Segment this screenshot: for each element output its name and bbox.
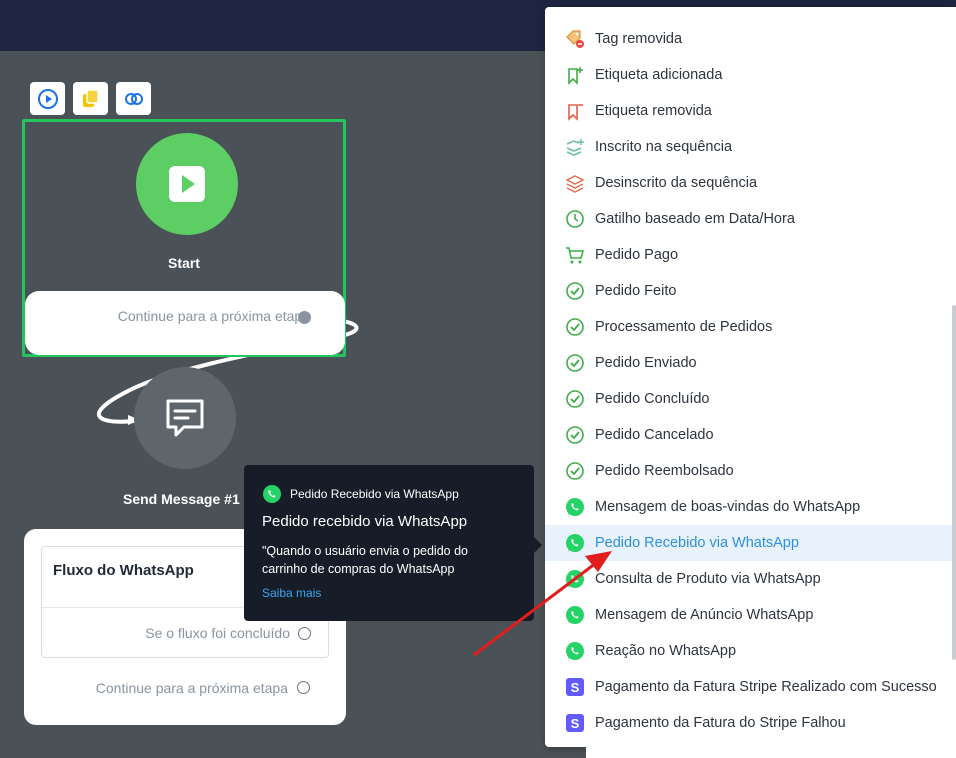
cart-icon xyxy=(565,245,585,265)
menu-item[interactable]: Pedido Reembolsado xyxy=(545,453,956,489)
menu-item[interactable]: Etiqueta adicionada xyxy=(545,57,956,93)
menu-item[interactable]: S Pagamento da Fatura do Stripe Falhou xyxy=(545,705,956,741)
menu-item-label: Mensagem de boas-vindas do WhatsApp xyxy=(595,499,861,515)
whatsapp-icon xyxy=(565,641,585,661)
svg-text:S: S xyxy=(571,716,580,731)
duplicate-button[interactable] xyxy=(73,82,108,115)
tooltip-header-label: Pedido Recebido via WhatsApp xyxy=(290,487,459,501)
menu-item-label: Etiqueta adicionada xyxy=(595,67,723,83)
menu-item[interactable]: Inscrito na sequência xyxy=(545,129,956,165)
menu-item[interactable]: Gatilho baseado em Data/Hora xyxy=(545,201,956,237)
message-icon xyxy=(166,399,204,437)
check-circle-icon xyxy=(565,281,585,301)
link-icon xyxy=(124,92,143,105)
menu-item-label: Tag removida xyxy=(595,31,683,47)
tooltip-description: "Quando o usuário envia o pedido do carr… xyxy=(262,544,468,576)
send-message-node[interactable] xyxy=(134,367,236,469)
layers-remove-icon xyxy=(565,173,585,193)
check-circle-icon xyxy=(565,461,585,481)
link-button[interactable] xyxy=(116,82,151,115)
check-circle-icon xyxy=(565,317,585,337)
menu-item[interactable]: Reação no WhatsApp xyxy=(545,633,956,669)
menu-item-label: Pedido Concluído xyxy=(595,391,710,407)
menu-item-label: Pedido Pago xyxy=(595,247,679,263)
whatsapp-icon xyxy=(263,485,281,503)
menu-scrollbar[interactable] xyxy=(952,305,956,660)
menu-item[interactable]: Pedido Cancelado xyxy=(545,417,956,453)
menu-bottom-edge xyxy=(586,746,956,758)
menu-item[interactable]: Pedido Enviado xyxy=(545,345,956,381)
whatsapp-icon xyxy=(565,497,585,517)
node-toolbar xyxy=(30,82,151,115)
menu-item[interactable]: Mensagem de boas-vindas do WhatsApp xyxy=(545,489,956,525)
menu-item-label: Consulta de Produto via WhatsApp xyxy=(595,571,821,587)
menu-item-label: Pedido Feito xyxy=(595,283,677,299)
start-node[interactable]: Start Continue para a próxima etapa xyxy=(22,119,346,357)
menu-item[interactable]: Etiqueta removida xyxy=(545,93,956,129)
tag-remove-icon xyxy=(565,29,585,49)
start-node-title: Start xyxy=(168,255,200,271)
menu-item-label: Etiqueta removida xyxy=(595,103,712,119)
menu-item-label: Processamento de Pedidos xyxy=(595,319,773,335)
check-circle-icon xyxy=(565,353,585,373)
play-circle-icon xyxy=(37,88,58,109)
menu-item[interactable]: Pedido Feito xyxy=(545,273,956,309)
menu-item[interactable]: Pedido Pago xyxy=(545,237,956,273)
menu-item-label: Mensagem de Anúncio WhatsApp xyxy=(595,607,814,623)
menu-item-label: Pagamento da Fatura do Stripe Falhou xyxy=(595,715,846,731)
play-button[interactable] xyxy=(30,82,65,115)
whatsapp-icon xyxy=(565,605,585,625)
menu-item-label: Pedido Cancelado xyxy=(595,427,714,443)
trigger-dropdown-menu[interactable]: Tag removida Etiqueta adicionada Etiqueta … xyxy=(545,7,956,747)
menu-item-label: Desinscrito da sequência xyxy=(595,175,758,191)
tooltip-header: Pedido Recebido via WhatsApp xyxy=(262,484,459,504)
play-icon xyxy=(169,166,205,202)
copy-icon xyxy=(82,88,99,107)
learn-more-link[interactable]: Saiba mais xyxy=(262,586,321,600)
menu-item-label: Pagamento da Fatura Stripe Realizado com… xyxy=(595,679,937,695)
bookmark-remove-icon xyxy=(565,101,585,121)
menu-item-label: Gatilho baseado em Data/Hora xyxy=(595,211,795,227)
flow-title: Fluxo do WhatsApp xyxy=(53,562,194,579)
menu-item[interactable]: Pedido Concluído xyxy=(545,381,956,417)
stripe-icon: S xyxy=(565,677,585,697)
start-output-handle[interactable] xyxy=(298,311,311,324)
menu-item[interactable]: Tag removida xyxy=(545,21,956,57)
menu-item[interactable]: Mensagem de Anúncio WhatsApp xyxy=(545,597,956,633)
flow-continue-handle[interactable] xyxy=(297,681,310,694)
menu-item[interactable]: Consulta de Produto via WhatsApp xyxy=(545,561,956,597)
start-node-card: Continue para a próxima etapa xyxy=(25,291,345,355)
flow-completed-label: Se o fluxo foi concluído xyxy=(145,625,290,641)
check-circle-icon xyxy=(565,389,585,409)
menu-item-label: Pedido Reembolsado xyxy=(595,463,734,479)
start-node-circle[interactable] xyxy=(136,133,238,235)
stripe-icon: S xyxy=(565,713,585,733)
whatsapp-icon xyxy=(565,533,585,553)
menu-item-label: Reação no WhatsApp xyxy=(595,643,737,659)
bookmark-add-icon xyxy=(565,65,585,85)
clock-icon xyxy=(565,209,585,229)
menu-item-label: Pedido Recebido via WhatsApp xyxy=(595,535,799,551)
menu-item[interactable]: Desinscrito da sequência xyxy=(545,165,956,201)
menu-item-label: Pedido Enviado xyxy=(595,355,697,371)
whatsapp-icon xyxy=(565,569,585,589)
menu-item[interactable]: S Pagamento da Fatura Stripe Realizado co… xyxy=(545,669,956,705)
menu-item-label: Inscrito na sequência xyxy=(595,139,733,155)
start-continue-label: Continue para a próxima etapa xyxy=(117,308,310,324)
menu-item[interactable]: Processamento de Pedidos xyxy=(545,309,956,345)
layers-add-icon xyxy=(565,137,585,157)
check-circle-icon xyxy=(565,425,585,445)
svg-text:S: S xyxy=(571,680,580,695)
flow-completed-handle[interactable] xyxy=(298,627,311,640)
flow-continue-label: Continue para a próxima etapa xyxy=(95,680,288,696)
menu-item[interactable]: Pedido Recebido via WhatsApp xyxy=(545,525,956,561)
trigger-tooltip: Pedido Recebido via WhatsApp Pedido rece… xyxy=(244,465,542,621)
tooltip-title: Pedido recebido via WhatsApp xyxy=(262,513,468,530)
send-message-title: Send Message #1 xyxy=(123,491,240,507)
